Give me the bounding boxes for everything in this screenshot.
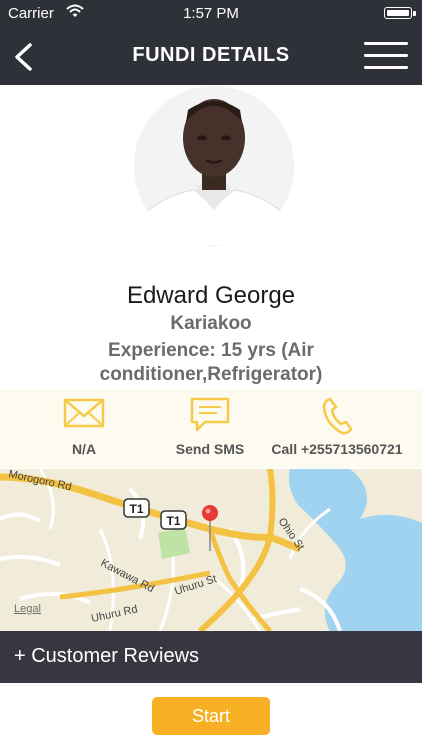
fundi-name: Edward George (126, 282, 296, 309)
customer-reviews-toggle[interactable]: + Customer Reviews (0, 631, 422, 683)
status-bar: Carrier 1:57 PM (0, 0, 422, 28)
chat-bubble-icon (190, 397, 230, 432)
contact-bar: N/A Send SMS Call +255713560721 (0, 390, 422, 468)
start-button[interactable]: Start (152, 697, 270, 735)
map-badge: T1 (123, 498, 150, 518)
call-label: Call +255713560721 (271, 441, 403, 457)
send-sms-button[interactable]: Send SMS (166, 390, 254, 468)
customer-reviews-label: + Customer Reviews (14, 645, 200, 667)
battery-icon (384, 7, 416, 19)
fundi-experience: Experience: 15 yrs (Air conditioner,Refr… (99, 340, 323, 385)
phone-icon (322, 397, 353, 435)
call-button[interactable]: Call +255713560721 (262, 390, 412, 468)
hamburger-menu-icon[interactable] (364, 42, 408, 72)
svg-text:T1: T1 (166, 514, 180, 528)
envelope-icon (63, 398, 105, 428)
sms-label: Send SMS (175, 441, 245, 457)
fundi-avatar (134, 86, 294, 246)
page-title: FUNDI DETAILS (132, 44, 290, 66)
location-map[interactable]: T1 T1 Morogoro Rd Kawawa Rd Uhuru Rd Uhu… (0, 469, 422, 631)
nav-bar: FUNDI DETAILS (0, 28, 422, 85)
email-button[interactable]: N/A (44, 390, 124, 468)
email-label: N/A (71, 441, 97, 457)
map-canvas: T1 T1 Morogoro Rd Kawawa Rd Uhuru Rd Uhu… (0, 469, 422, 631)
map-legal-link[interactable]: Legal (14, 603, 41, 615)
svg-text:T1: T1 (129, 502, 143, 516)
fundi-location: Kariakoo (170, 313, 252, 334)
clock: 1:57 PM (183, 5, 239, 22)
map-badge: T1 (160, 510, 187, 530)
